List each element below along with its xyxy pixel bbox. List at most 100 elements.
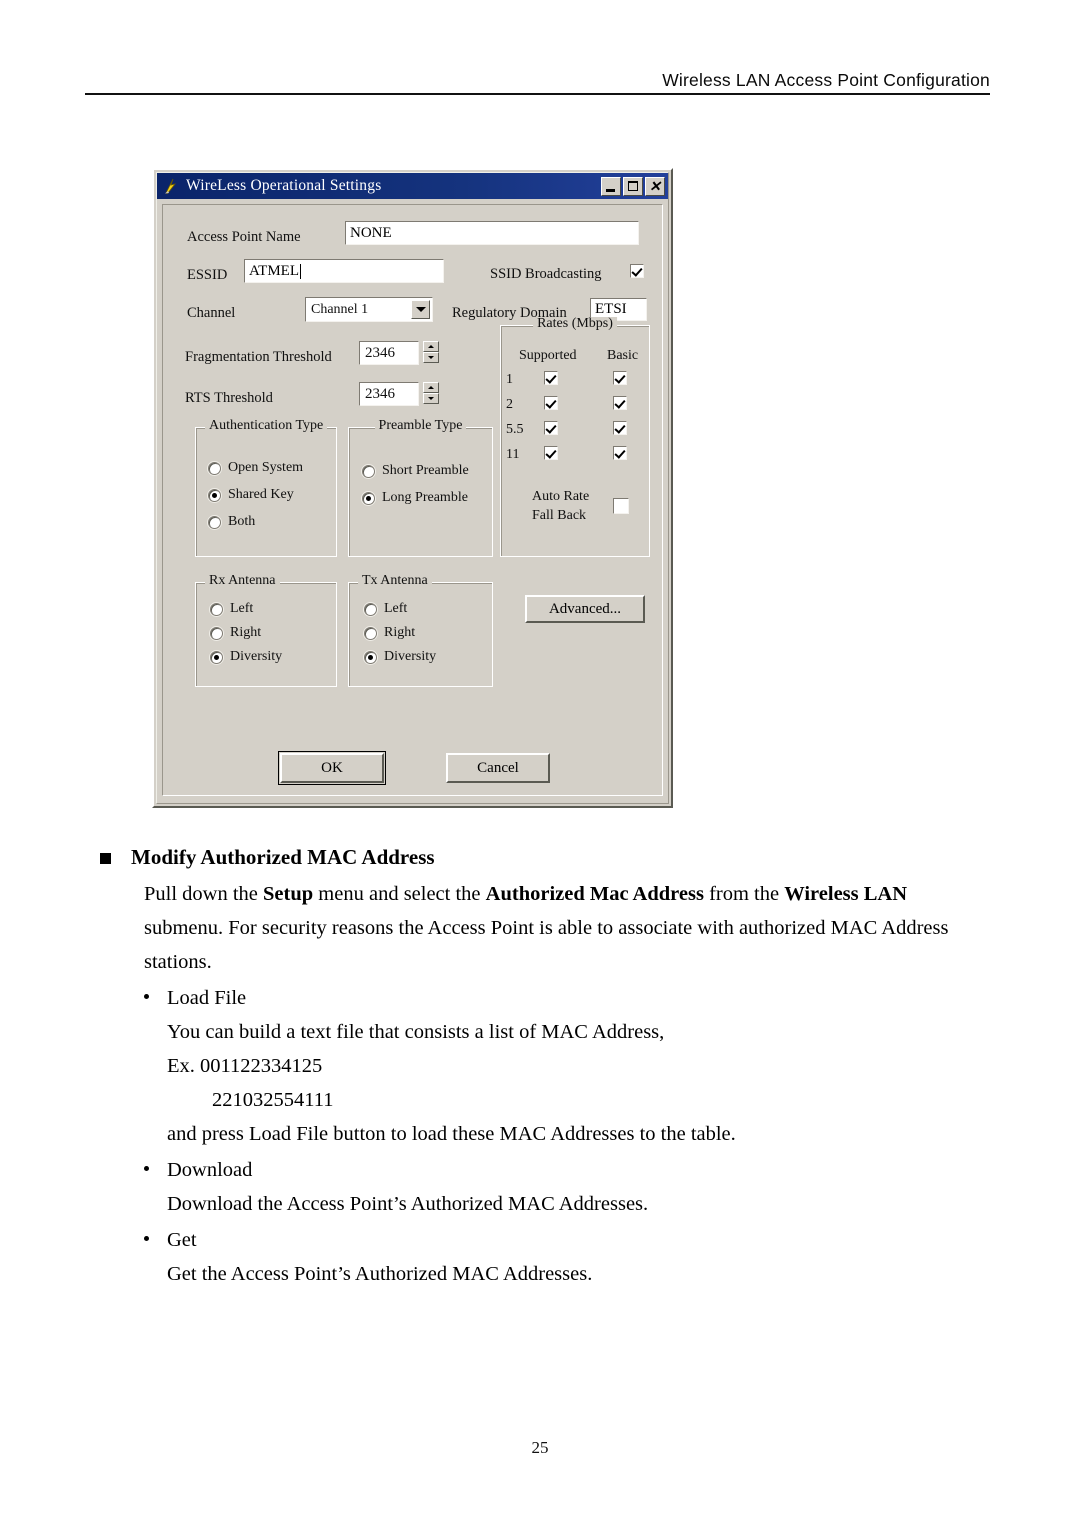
radio-icon: [210, 602, 223, 616]
rx-antenna-legend: Rx Antenna: [205, 574, 280, 588]
intro-bold-authorized-mac-address: Authorized Mac Address: [485, 883, 704, 905]
radio-tx-left-label: Left: [384, 601, 408, 616]
radio-icon: [208, 461, 221, 475]
load-file-line-1: You can build a text file that consists …: [167, 1021, 665, 1043]
load-file-line-4: and press Load File button to load these…: [167, 1123, 736, 1145]
dot-bullet-icon: [144, 1166, 149, 1171]
dot-bullet-icon: [144, 994, 149, 999]
radio-icon: [362, 464, 375, 478]
radio-icon-selected: [210, 650, 223, 664]
access-point-name-input[interactable]: NONE: [345, 221, 639, 245]
rate-1-basic-checkbox[interactable]: [613, 371, 627, 385]
radio-tx-left[interactable]: Left: [364, 601, 407, 617]
rx-antenna-group: Rx Antenna Left Right Diversity: [195, 574, 337, 687]
preamble-type-legend: Preamble Type: [374, 419, 467, 433]
load-file-line-3: 221032554111: [212, 1089, 334, 1111]
radio-icon-selected: [362, 491, 375, 505]
ok-button[interactable]: OK: [278, 751, 386, 785]
access-point-name-value: NONE: [350, 224, 392, 241]
radio-rx-right[interactable]: Right: [210, 625, 261, 641]
channel-select[interactable]: Channel 1: [305, 297, 433, 322]
close-button[interactable]: ✕: [645, 176, 665, 196]
channel-label: Channel: [187, 305, 236, 321]
cancel-button[interactable]: Cancel: [446, 753, 550, 783]
intro-paragraph: Pull down the Setup menu and select the …: [144, 877, 980, 979]
load-file-line-2: Ex. 001122334125: [167, 1055, 323, 1077]
intro-bold-wireless-lan: Wireless LAN: [784, 883, 908, 905]
spin-up-icon[interactable]: [423, 382, 439, 393]
section-heading-text: Modify Authorized MAC Address: [131, 845, 435, 869]
rate-1-supported-checkbox[interactable]: [544, 371, 558, 385]
rates-legend: Rates (Mbps): [533, 317, 617, 331]
auto-rate-fall-back-label-line1: Auto Rate: [532, 489, 590, 504]
radio-rx-diversity-label: Diversity: [230, 649, 283, 664]
radio-tx-right[interactable]: Right: [364, 625, 415, 641]
spin-down-icon[interactable]: [423, 352, 439, 363]
advanced-button[interactable]: Advanced...: [525, 595, 645, 623]
radio-open-system-label: Open System: [228, 460, 304, 475]
body-content: Modify Authorized MAC Address Pull down …: [100, 845, 980, 1291]
minimize-button[interactable]: [601, 176, 621, 196]
bullet-title-row: Load File: [144, 981, 980, 1015]
rts-threshold-label: RTS Threshold: [185, 390, 273, 406]
tx-antenna-legend: Tx Antenna: [358, 574, 432, 588]
bullet-title-get: Get: [167, 1229, 197, 1251]
radio-long-preamble[interactable]: Long Preamble: [362, 490, 468, 506]
radio-icon-selected: [364, 650, 377, 664]
rts-threshold-stepper[interactable]: 2346: [359, 382, 439, 406]
radio-both[interactable]: Both: [208, 514, 255, 530]
rate-label-1: 1: [506, 372, 513, 387]
dialog-title: WireLess Operational Settings: [186, 177, 382, 194]
rate-11-supported-checkbox[interactable]: [544, 446, 558, 460]
rate-5-5-basic-checkbox[interactable]: [613, 421, 627, 435]
radio-shared-key[interactable]: Shared Key: [208, 487, 294, 503]
bullet-title-row: Get: [144, 1223, 980, 1257]
chevron-down-icon[interactable]: [411, 300, 430, 319]
radio-short-preamble[interactable]: Short Preamble: [362, 463, 469, 479]
spin-down-icon[interactable]: [423, 393, 439, 404]
ssid-broadcasting-label: SSID Broadcasting: [490, 266, 602, 282]
essid-input[interactable]: ATMEL: [244, 259, 444, 283]
auto-rate-fall-back-checkbox[interactable]: [613, 498, 629, 514]
intro-part-4: submenu. For security reasons the Access…: [144, 917, 949, 973]
list-item: Download Download the Access Point’s Aut…: [144, 1153, 980, 1221]
radio-icon: [208, 515, 221, 529]
maximize-button[interactable]: [623, 176, 643, 196]
rate-11-basic-checkbox[interactable]: [613, 446, 627, 460]
radio-open-system[interactable]: Open System: [208, 460, 303, 476]
rts-threshold-input[interactable]: 2346: [359, 382, 419, 406]
fragmentation-threshold-input[interactable]: 2346: [359, 341, 419, 365]
intro-part-1: Pull down the: [144, 883, 264, 905]
section-heading: Modify Authorized MAC Address: [100, 845, 980, 870]
dot-bullet-icon: [144, 1236, 149, 1241]
radio-tx-diversity[interactable]: Diversity: [364, 649, 436, 665]
radio-rx-left[interactable]: Left: [210, 601, 253, 617]
running-header: Wireless LAN Access Point Configuration: [662, 70, 990, 90]
bullet-title-load-file: Load File: [167, 987, 247, 1009]
rate-2-basic-checkbox[interactable]: [613, 396, 627, 410]
ssid-broadcasting-checkbox[interactable]: [630, 264, 644, 278]
close-icon: ✕: [649, 178, 661, 194]
bullet-title-download: Download: [167, 1159, 253, 1181]
rate-2-supported-checkbox[interactable]: [544, 396, 558, 410]
rts-spin-buttons[interactable]: [423, 382, 439, 406]
spin-up-icon[interactable]: [423, 341, 439, 352]
wireless-operational-settings-dialog: WireLess Operational Settings ✕ Access P…: [152, 168, 673, 808]
bullet-title-row: Download: [144, 1153, 980, 1187]
window-controls: ✕: [601, 176, 665, 196]
fragmentation-threshold-label: Fragmentation Threshold: [185, 349, 332, 365]
radio-rx-right-label: Right: [230, 625, 262, 640]
rate-5-5-supported-checkbox[interactable]: [544, 421, 558, 435]
radio-rx-left-label: Left: [230, 601, 254, 616]
square-bullet-icon: [100, 853, 111, 864]
channel-value: Channel 1: [311, 301, 369, 317]
preamble-type-group: Preamble Type Short Preamble Long Preamb…: [348, 419, 493, 557]
fragmentation-threshold-stepper[interactable]: 2346: [359, 341, 439, 365]
intro-part-3: from the: [703, 883, 785, 905]
dialog-titlebar: WireLess Operational Settings ✕: [157, 173, 668, 199]
intro-bold-setup: Setup: [263, 883, 314, 905]
radio-short-preamble-label: Short Preamble: [382, 463, 469, 478]
fragmentation-spin-buttons[interactable]: [423, 341, 439, 365]
radio-rx-diversity[interactable]: Diversity: [210, 649, 282, 665]
header-rule: [85, 93, 990, 95]
